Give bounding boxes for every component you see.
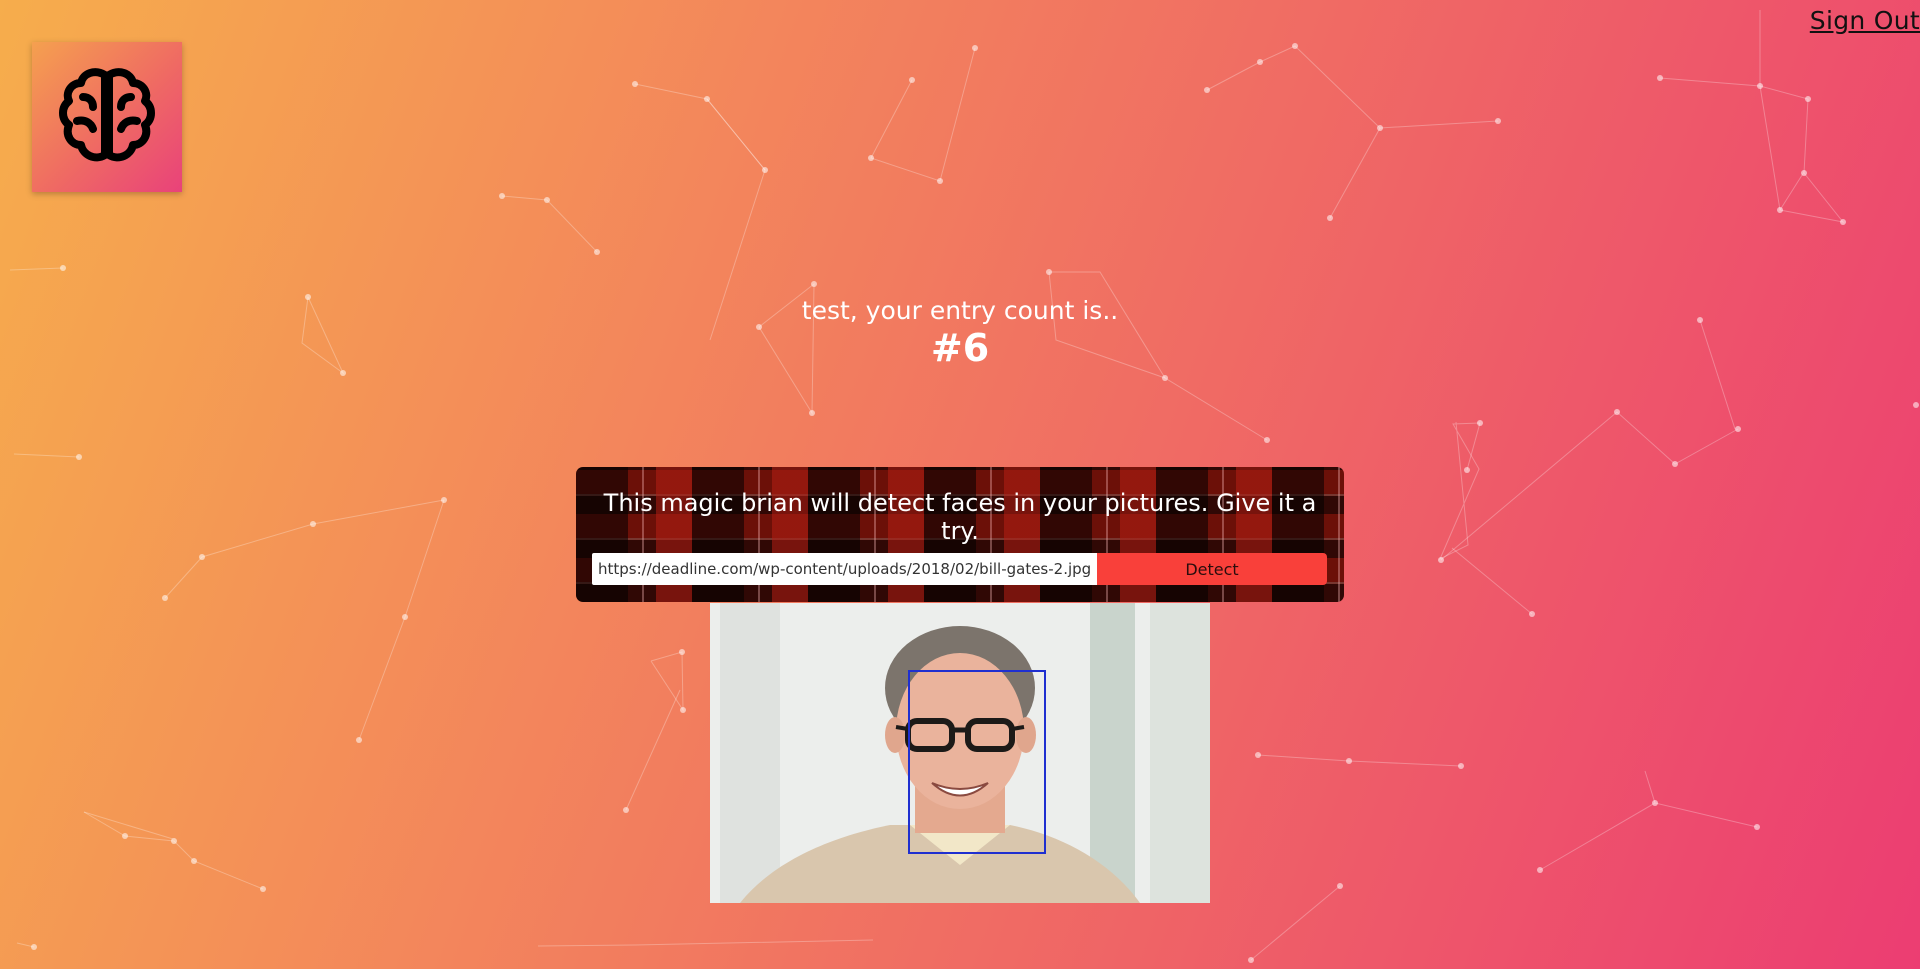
app-logo [32,42,182,192]
entry-count: #6 [930,326,990,370]
detect-form-panel: This magic brian will detect faces in yo… [576,467,1344,602]
image-url-input[interactable] [592,553,1104,585]
entry-greeting: test, your entry count is.. [801,296,1119,325]
face-bounding-box [908,670,1046,854]
brain-icon [59,65,155,169]
sign-out-link[interactable]: Sign Out [1810,6,1920,35]
detect-button[interactable]: Detect [1097,553,1327,585]
detect-description: This magic brian will detect faces in yo… [603,489,1317,545]
